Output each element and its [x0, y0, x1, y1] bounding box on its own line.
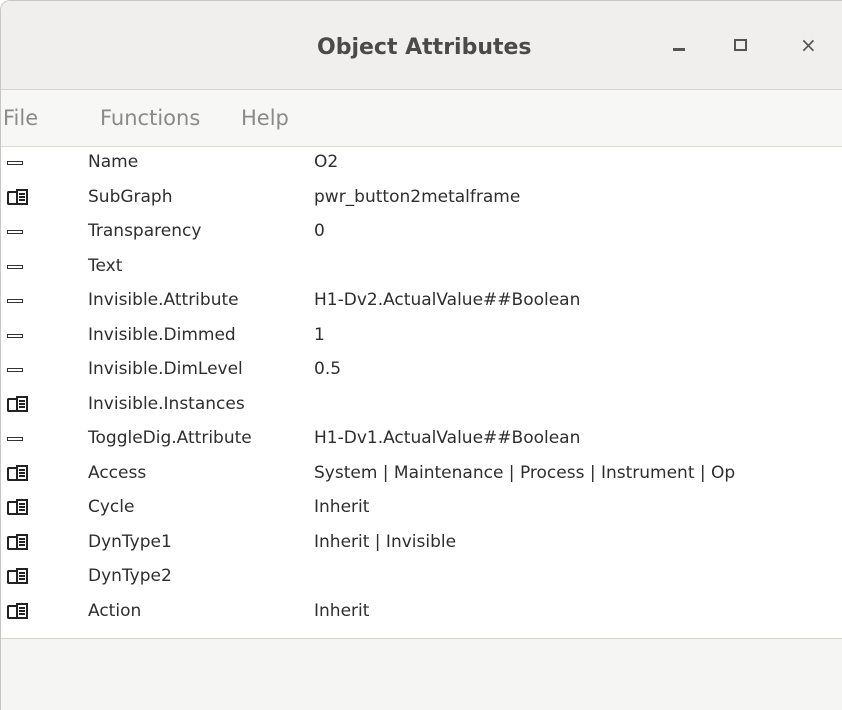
dash-icon[interactable]	[7, 295, 29, 309]
folder-icon[interactable]	[7, 602, 29, 619]
attribute-name: Text	[88, 255, 123, 276]
folder-icon[interactable]	[7, 188, 29, 205]
attribute-row[interactable]: ToggleDig.Attribute H1-Dv1.ActualValue##B…	[1, 423, 842, 457]
folder-icon[interactable]	[7, 533, 29, 550]
attribute-value: H1-Dv1.ActualValue##Boolean	[314, 428, 581, 448]
attribute-list: Name O2 SubGraph pwr_button2metalframe Trans…	[1, 147, 842, 637]
attribute-row[interactable]: Text	[1, 251, 842, 285]
folder-icon[interactable]	[7, 499, 29, 515]
attribute-row[interactable]: Invisible.Attribute H1-Dv2.ActualValue##B…	[1, 285, 842, 319]
maximize-icon	[734, 39, 747, 51]
attribute-value: System | Maintenance | Process | Instrum…	[314, 462, 736, 483]
folder-icon[interactable]	[7, 395, 29, 412]
dash-icon[interactable]	[7, 226, 29, 240]
maximize-button[interactable]	[727, 31, 757, 61]
attribute-value: Inherit | Invisible	[314, 531, 457, 552]
status-bar	[1, 638, 842, 710]
dash-icon[interactable]	[7, 157, 29, 171]
attribute-name: Transparency	[88, 221, 202, 241]
attribute-row[interactable]: Invisible.Instances	[1, 389, 842, 423]
attribute-name: Invisible.Dimmed	[88, 324, 236, 345]
attribute-row[interactable]: Invisible.DimLevel 0.5	[1, 354, 842, 388]
attribute-name: DynType2	[88, 566, 172, 586]
menu-bar: File Functions Help	[1, 90, 842, 147]
attribute-row[interactable]: Invisible.Dimmed 1	[1, 320, 842, 354]
attribute-name: DynType1	[88, 531, 172, 552]
close-button[interactable]: ×	[796, 31, 826, 61]
attribute-value: 0	[314, 221, 325, 241]
attribute-value: Inherit	[314, 600, 370, 621]
attribute-name: Invisible.DimLevel	[88, 359, 243, 379]
menu-help[interactable]: Help	[241, 106, 289, 130]
menu-functions[interactable]: Functions	[100, 106, 200, 130]
minimize-icon	[673, 48, 685, 51]
attribute-name: Invisible.Attribute	[88, 290, 239, 310]
object-attributes-window: Object Attributes × File Functions Help …	[0, 0, 842, 710]
dash-icon[interactable]	[7, 330, 29, 344]
attribute-value: Inherit	[314, 497, 370, 517]
attribute-value: H1-Dv2.ActualValue##Boolean	[314, 290, 581, 310]
attribute-name: SubGraph	[88, 186, 173, 207]
dash-icon[interactable]	[7, 433, 29, 447]
attribute-value: O2	[314, 152, 339, 172]
folder-icon[interactable]	[7, 568, 29, 584]
attribute-name: Access	[88, 462, 147, 483]
attribute-row[interactable]: Action Inherit	[1, 596, 842, 630]
minimize-button[interactable]	[665, 31, 695, 61]
attribute-name: Invisible.Instances	[88, 393, 245, 414]
dash-icon[interactable]	[7, 261, 29, 275]
attribute-row[interactable]: Name O2	[1, 147, 842, 181]
window-title: Object Attributes	[317, 35, 532, 60]
attribute-name: Name	[88, 152, 139, 172]
menu-file[interactable]: File	[3, 106, 38, 130]
attribute-row[interactable]: Cycle Inherit	[1, 492, 842, 526]
attribute-name: Action	[88, 600, 142, 621]
attribute-row[interactable]: Transparency 0	[1, 216, 842, 250]
title-bar[interactable]: Object Attributes ×	[1, 1, 842, 90]
attribute-name: ToggleDig.Attribute	[88, 428, 252, 448]
attribute-name: Cycle	[88, 497, 135, 517]
dash-icon[interactable]	[7, 364, 29, 378]
folder-icon[interactable]	[7, 464, 29, 481]
close-icon: ×	[800, 33, 817, 57]
attribute-value: pwr_button2metalframe	[314, 186, 521, 207]
attribute-row[interactable]: Access System | Maintenance | Process | I…	[1, 458, 842, 492]
attribute-row[interactable]: DynType2	[1, 561, 842, 595]
attribute-row[interactable]: SubGraph pwr_button2metalframe	[1, 182, 842, 216]
attribute-value: 1	[314, 324, 325, 345]
attribute-row[interactable]: DynType1 Inherit | Invisible	[1, 527, 842, 561]
attribute-value: 0.5	[314, 359, 342, 379]
